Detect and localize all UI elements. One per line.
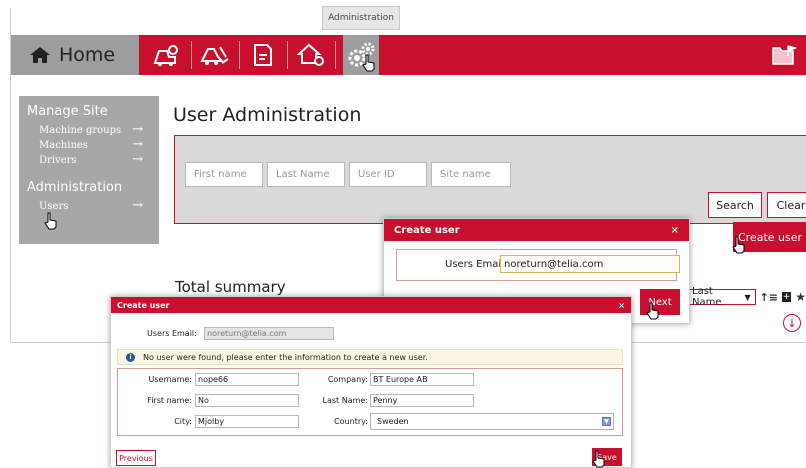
report-icon[interactable] (247, 39, 279, 71)
sidebar-item-machines[interactable]: Machines → (27, 138, 159, 153)
company-label: Company: (327, 375, 368, 384)
sidebar-item-label: Machine groups (39, 125, 122, 136)
info-message: No user were found, please enter the inf… (143, 352, 428, 362)
first-name-input[interactable]: No (195, 394, 299, 407)
sidebar-item-machine-groups[interactable]: Machine groups → (27, 123, 159, 138)
email-label: Users Email: (147, 329, 197, 338)
first-name-label: First name: (147, 396, 192, 405)
sidebar-item-drivers[interactable]: Drivers → (27, 153, 159, 168)
site-name-filter-input[interactable]: Site name (431, 162, 511, 187)
info-icon: i (126, 352, 135, 362)
sort-select[interactable]: Last Name ▼ (687, 286, 756, 308)
email-box: Users Email: noreturn@telia.com (396, 249, 680, 281)
arrow-right-icon: → (132, 198, 143, 213)
sort-order-icon[interactable]: ↑≡ (760, 291, 778, 304)
caret-down-icon: ▼ (744, 292, 751, 302)
arrow-right-icon: → (132, 122, 143, 137)
sidebar-item-label: Machines (39, 140, 88, 151)
nav-separator (191, 41, 192, 69)
machine-wrench-icon[interactable] (199, 39, 231, 71)
last-name-filter-input[interactable]: Last Name (267, 162, 345, 187)
save-button[interactable]: Save (592, 448, 622, 466)
country-label: Country: (334, 417, 368, 426)
previous-button[interactable]: Previous (116, 450, 156, 466)
username-label: Username: (148, 375, 192, 384)
company-input[interactable]: BT Europe AB (370, 373, 474, 386)
close-icon[interactable]: × (671, 225, 679, 236)
city-input[interactable]: Mjolby (195, 415, 299, 428)
sort-select-value: Last Name (692, 286, 722, 308)
last-name-label: Last Name: (322, 396, 368, 405)
arrow-right-icon: → (132, 152, 143, 167)
first-name-filter-input[interactable]: First name (185, 162, 263, 187)
email-input[interactable]: noreturn@telia.com (500, 255, 680, 273)
next-button[interactable]: Next (640, 289, 680, 315)
country-select-value: Sweden (377, 417, 409, 426)
info-banner: i No user were found, please enter the i… (117, 349, 623, 365)
dialog-header: Create user × (384, 219, 689, 241)
page-title: User Administration (173, 104, 362, 126)
sidebar-item-users[interactable]: Users → (27, 199, 159, 214)
close-icon[interactable]: × (618, 301, 625, 310)
user-id-filter-input[interactable]: User ID (349, 162, 427, 187)
nav-separator (335, 41, 336, 69)
sidebar-heading-manage-site: Manage Site (27, 104, 108, 119)
home-gear-icon[interactable] (295, 39, 327, 71)
search-button[interactable]: Search (708, 192, 762, 218)
dialog-header: Create user × (111, 297, 631, 313)
nav-separator (287, 41, 288, 69)
top-navbar: Home (11, 35, 806, 75)
dialog-title: Create user (117, 300, 170, 310)
machine-key-icon[interactable] (151, 39, 183, 71)
sidebar-item-label: Users (39, 201, 69, 212)
dialog-title: Create user (394, 224, 460, 236)
email-label: Users Email: (445, 259, 508, 270)
clear-button[interactable]: Clear (767, 192, 806, 218)
scroll-down-icon[interactable]: ↓ (783, 314, 801, 332)
city-label: City: (174, 417, 192, 426)
nav-separator (239, 41, 240, 69)
sidebar: Manage Site Machine groups → Machines → Dr… (19, 96, 159, 244)
gears-icon[interactable] (343, 35, 379, 75)
last-name-input[interactable]: Penny (370, 394, 474, 407)
sidebar-item-label: Drivers (39, 155, 77, 166)
create-user-dialog-details: Create user × Users Email: noreturn@teli… (110, 296, 632, 468)
sidebar-heading-administration: Administration (27, 180, 123, 195)
create-user-button[interactable]: Create user (733, 222, 806, 252)
add-box-icon[interactable]: + (782, 292, 792, 302)
total-summary-title: Total summary (175, 278, 286, 296)
home-button[interactable]: Home (11, 35, 139, 75)
house-icon (30, 47, 50, 63)
home-label: Home (59, 44, 116, 66)
flag-folder-icon[interactable] (771, 44, 798, 70)
sort-controls: Last Name ▼ ↑≡ + ★ (687, 286, 806, 308)
arrow-right-icon: → (132, 137, 143, 152)
star-icon[interactable]: ★ (795, 290, 806, 304)
email-readonly-field: noreturn@telia.com (204, 327, 334, 340)
caret-down-icon: ▼ (602, 417, 611, 426)
user-details-form: Username: nope66 First name: No City: Mj… (117, 368, 623, 436)
username-input[interactable]: nope66 (195, 373, 299, 386)
filter-panel: First name Last Name User ID Site name S… (174, 135, 806, 224)
country-select[interactable]: Sweden ▼ (370, 413, 614, 430)
